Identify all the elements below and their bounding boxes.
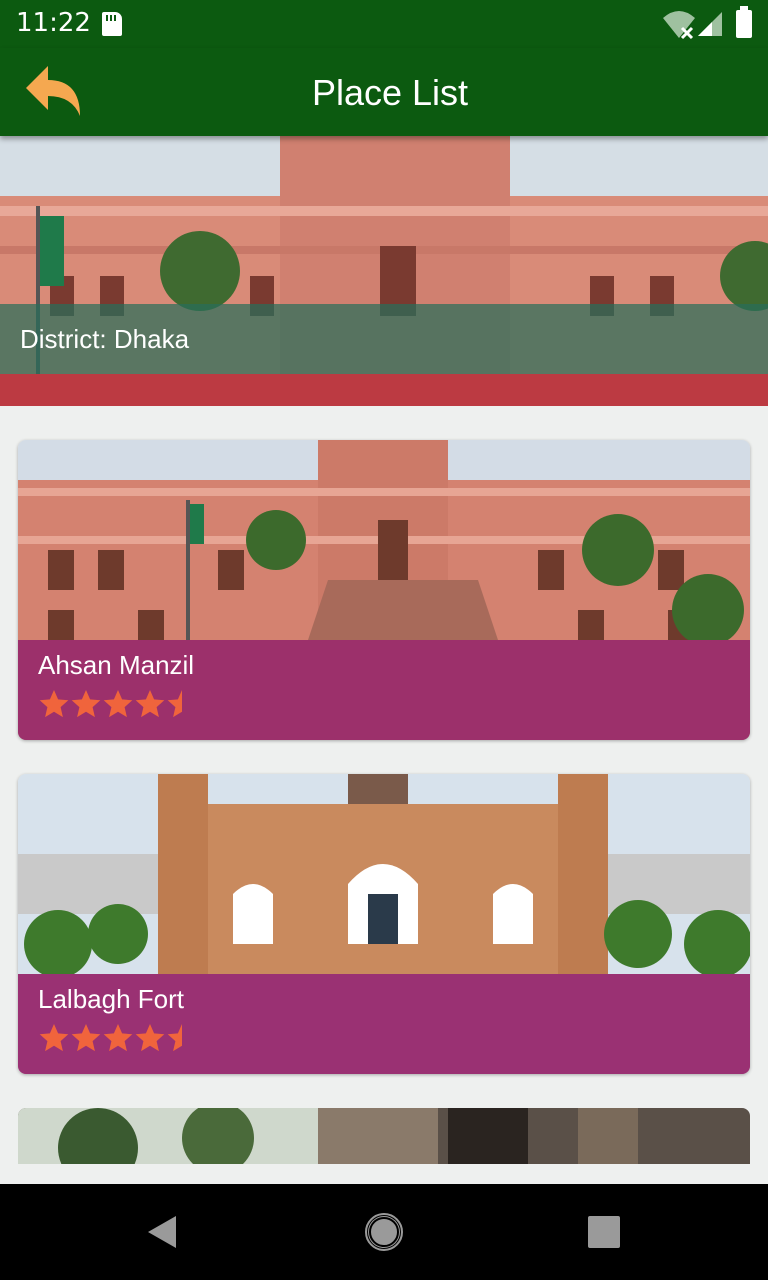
star-icon bbox=[167, 690, 182, 718]
star-icon bbox=[39, 690, 69, 718]
star-icon bbox=[103, 690, 133, 718]
place-image bbox=[18, 1108, 750, 1164]
nav-recents-icon[interactable] bbox=[588, 1216, 620, 1248]
star-icon bbox=[103, 1024, 133, 1052]
battery-icon bbox=[736, 6, 752, 38]
nav-home-icon[interactable] bbox=[364, 1212, 404, 1252]
rating-stars bbox=[38, 688, 198, 720]
wifi-icon bbox=[663, 11, 695, 40]
place-card-ahsan-manzil[interactable]: Ahsan Manzil bbox=[18, 440, 750, 740]
district-strip bbox=[0, 374, 768, 406]
place-name: Lalbagh Fort bbox=[38, 984, 184, 1014]
rating-stars bbox=[38, 1022, 198, 1054]
place-card-partial[interactable] bbox=[18, 1108, 750, 1164]
sd-card-icon bbox=[102, 12, 122, 36]
status-time: 11:22 bbox=[16, 8, 91, 38]
star-icon bbox=[71, 690, 101, 718]
star-icon bbox=[135, 1024, 165, 1052]
nav-back-icon[interactable] bbox=[146, 1214, 178, 1250]
star-icon bbox=[39, 1024, 69, 1052]
place-list[interactable]: Ahsan Manzil Lalbagh Fort bbox=[0, 406, 768, 1164]
star-icon bbox=[71, 1024, 101, 1052]
district-banner: District: Dhaka bbox=[0, 136, 768, 406]
app-bar: Place List bbox=[0, 48, 768, 136]
star-icon bbox=[135, 690, 165, 718]
signal-icon bbox=[698, 12, 722, 36]
district-label: District: Dhaka bbox=[20, 324, 190, 354]
page-title: Place List bbox=[311, 72, 469, 113]
star-icon bbox=[167, 1024, 182, 1052]
place-card-lalbagh-fort[interactable]: Lalbagh Fort bbox=[18, 774, 750, 1074]
place-name: Ahsan Manzil bbox=[38, 650, 195, 680]
system-nav-bar bbox=[0, 1184, 768, 1280]
status-bar: 11:22 bbox=[0, 0, 768, 48]
